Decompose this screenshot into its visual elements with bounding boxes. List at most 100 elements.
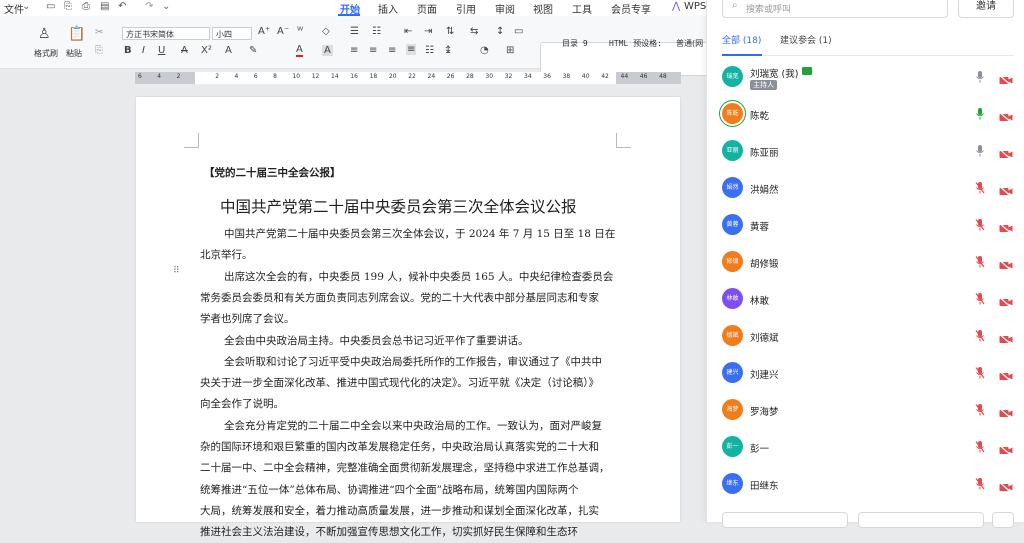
mic-icon[interactable] [975, 106, 985, 120]
chevron-down-icon[interactable]: ⌄ [22, 1, 30, 12]
strikethrough-icon[interactable]: A [181, 45, 188, 56]
format-painter-icon[interactable]: ♙ [38, 26, 51, 42]
font-name-select[interactable]: 方正书宋简体 [122, 27, 210, 40]
shrink-font-icon[interactable]: A⁻ [277, 26, 289, 37]
camera-off-icon[interactable] [999, 367, 1013, 382]
print-preview-icon[interactable]: ▤ [100, 1, 109, 12]
camera-off-icon[interactable] [999, 478, 1013, 493]
distribute-icon[interactable]: ☷ [425, 45, 434, 56]
tab-insert[interactable]: 插入 [378, 1, 398, 16]
participant-row[interactable]: 德斌 刘德斌 [722, 325, 1014, 362]
invite-button[interactable]: 邀请 [958, 0, 1014, 18]
camera-off-icon[interactable] [999, 71, 1013, 86]
drag-handle-icon[interactable]: ⠿ [173, 266, 180, 276]
char-shading-icon[interactable]: A [322, 45, 333, 56]
participant-row[interactable]: 亚丽 陈亚丽 [722, 140, 1014, 177]
mic-muted-icon[interactable] [975, 328, 985, 342]
export-pdf-icon[interactable]: ⎘ [64, 1, 72, 12]
tab-page[interactable]: 页面 [417, 1, 437, 16]
participant-row[interactable]: 彭一 彭一 [722, 436, 1014, 473]
participant-row[interactable]: 修锻 胡修锻 [722, 251, 1014, 288]
tab-review[interactable]: 审阅 [495, 1, 515, 16]
participant-row[interactable]: 陈乾 陈乾 [722, 103, 1014, 140]
decrease-indent-icon[interactable]: ⇤ [404, 26, 412, 37]
participant-row[interactable]: 娟然 洪娟然 [722, 177, 1014, 214]
participant-row[interactable]: 建兴 刘建兴 [722, 362, 1014, 399]
shading-icon[interactable]: ◔ [480, 45, 489, 56]
camera-off-icon[interactable] [999, 108, 1013, 123]
camera-off-icon[interactable] [999, 441, 1013, 456]
font-color-icon[interactable]: A [296, 45, 303, 57]
tab-all-participants[interactable]: 全部 (18) [722, 33, 761, 46]
text-effect-icon[interactable]: A [225, 45, 232, 56]
mic-icon[interactable] [975, 143, 985, 157]
style-item[interactable]: 目录 9 [562, 38, 588, 49]
mic-muted-icon[interactable] [975, 180, 985, 194]
mic-muted-icon[interactable] [975, 439, 985, 453]
camera-off-icon[interactable] [999, 330, 1013, 345]
camera-off-icon[interactable] [999, 293, 1013, 308]
mic-muted-icon[interactable] [975, 217, 985, 231]
wps-ai-icon[interactable]: ⋀ [672, 1, 680, 12]
tab-view[interactable]: 视图 [533, 1, 553, 16]
numbering-icon[interactable]: ☷ [372, 26, 381, 37]
mic-muted-icon[interactable] [975, 402, 985, 416]
cut-icon[interactable]: ✂ [95, 27, 103, 38]
mic-muted-icon[interactable] [975, 254, 985, 268]
paste-icon[interactable]: 📋 [68, 26, 85, 42]
print-icon[interactable]: ⎙ [82, 1, 90, 12]
tab-references[interactable]: 引用 [456, 1, 476, 16]
save-icon[interactable]: ▭ [46, 1, 55, 12]
mute-all-button[interactable] [722, 512, 848, 528]
unmute-all-button[interactable] [858, 512, 984, 528]
grow-font-icon[interactable]: A⁺ [258, 26, 270, 37]
superscript-icon[interactable]: X² [201, 45, 212, 56]
bold-icon[interactable]: B [124, 45, 132, 56]
tab-member[interactable]: 会员专享 [611, 1, 651, 16]
underline-icon[interactable]: U [158, 45, 165, 56]
participant-row[interactable]: 黄蓉 黄蓉 [722, 214, 1014, 251]
format-painter-label[interactable]: 格式刷 [34, 48, 58, 59]
borders-icon[interactable]: ⊞ [506, 45, 514, 56]
show-marks-icon[interactable]: ▭ [514, 26, 523, 37]
document-page[interactable]: 【党的二十届三中全会公报】 中国共产党第二十届中央委员会第三次全体会议公报 中国… [136, 97, 680, 538]
increase-indent-icon[interactable]: ⇥ [424, 26, 432, 37]
camera-off-icon[interactable] [999, 256, 1013, 271]
line-spacing-icon[interactable]: ↨ [444, 45, 452, 56]
undo-icon[interactable]: ↶ [118, 1, 126, 12]
more-button[interactable] [992, 512, 1014, 528]
redo-icon[interactable]: ↷ [145, 1, 153, 12]
mic-muted-icon[interactable] [975, 476, 985, 490]
mic-icon[interactable] [975, 69, 985, 83]
camera-off-icon[interactable] [999, 182, 1013, 197]
align-right-icon[interactable]: ≡ [388, 45, 396, 56]
chinese-layout-icon[interactable]: ⇆ [470, 26, 478, 37]
mic-muted-icon[interactable] [975, 365, 985, 379]
highlight-icon[interactable]: ✎ [249, 45, 257, 56]
copy-icon[interactable]: ⎘ [95, 45, 103, 56]
camera-off-icon[interactable] [999, 219, 1013, 234]
participant-row[interactable]: 继东 田继东 [722, 473, 1014, 510]
participant-row[interactable]: 海梦 罗海梦 [722, 399, 1014, 436]
tab-suggested[interactable]: 建议参会 (1) [780, 33, 832, 46]
tab-tools[interactable]: 工具 [572, 1, 592, 16]
align-center-icon[interactable]: ≡ [369, 45, 377, 56]
clear-format-icon[interactable]: ◇ [322, 26, 330, 37]
html-preset-value[interactable]: 普通(网 [676, 38, 703, 49]
pinyin-icon[interactable]: ᵂ [297, 26, 303, 37]
camera-off-icon[interactable] [999, 145, 1013, 160]
search-input[interactable]: ⌕ 搜索或呼叫 [722, 0, 948, 18]
paste-label[interactable]: 粘贴 [66, 48, 82, 59]
text-direction-icon[interactable]: ⇅ [446, 26, 454, 37]
participant-row[interactable]: 林敢 林敢 [722, 288, 1014, 325]
bullets-icon[interactable]: ☰ [350, 26, 359, 37]
font-size-select[interactable]: 小四 [212, 27, 252, 40]
align-left-icon[interactable]: ≡ [350, 45, 358, 56]
justify-icon[interactable]: ≡ [406, 44, 417, 55]
sort-icon[interactable]: ↕ [496, 26, 504, 37]
quick-access-more-icon[interactable]: ⌄ [162, 1, 170, 12]
italic-icon[interactable]: I [142, 45, 145, 56]
html-preset-label[interactable]: HTML 预设格: [609, 38, 662, 49]
file-menu[interactable]: 文件 [4, 1, 24, 16]
camera-off-icon[interactable] [999, 404, 1013, 419]
